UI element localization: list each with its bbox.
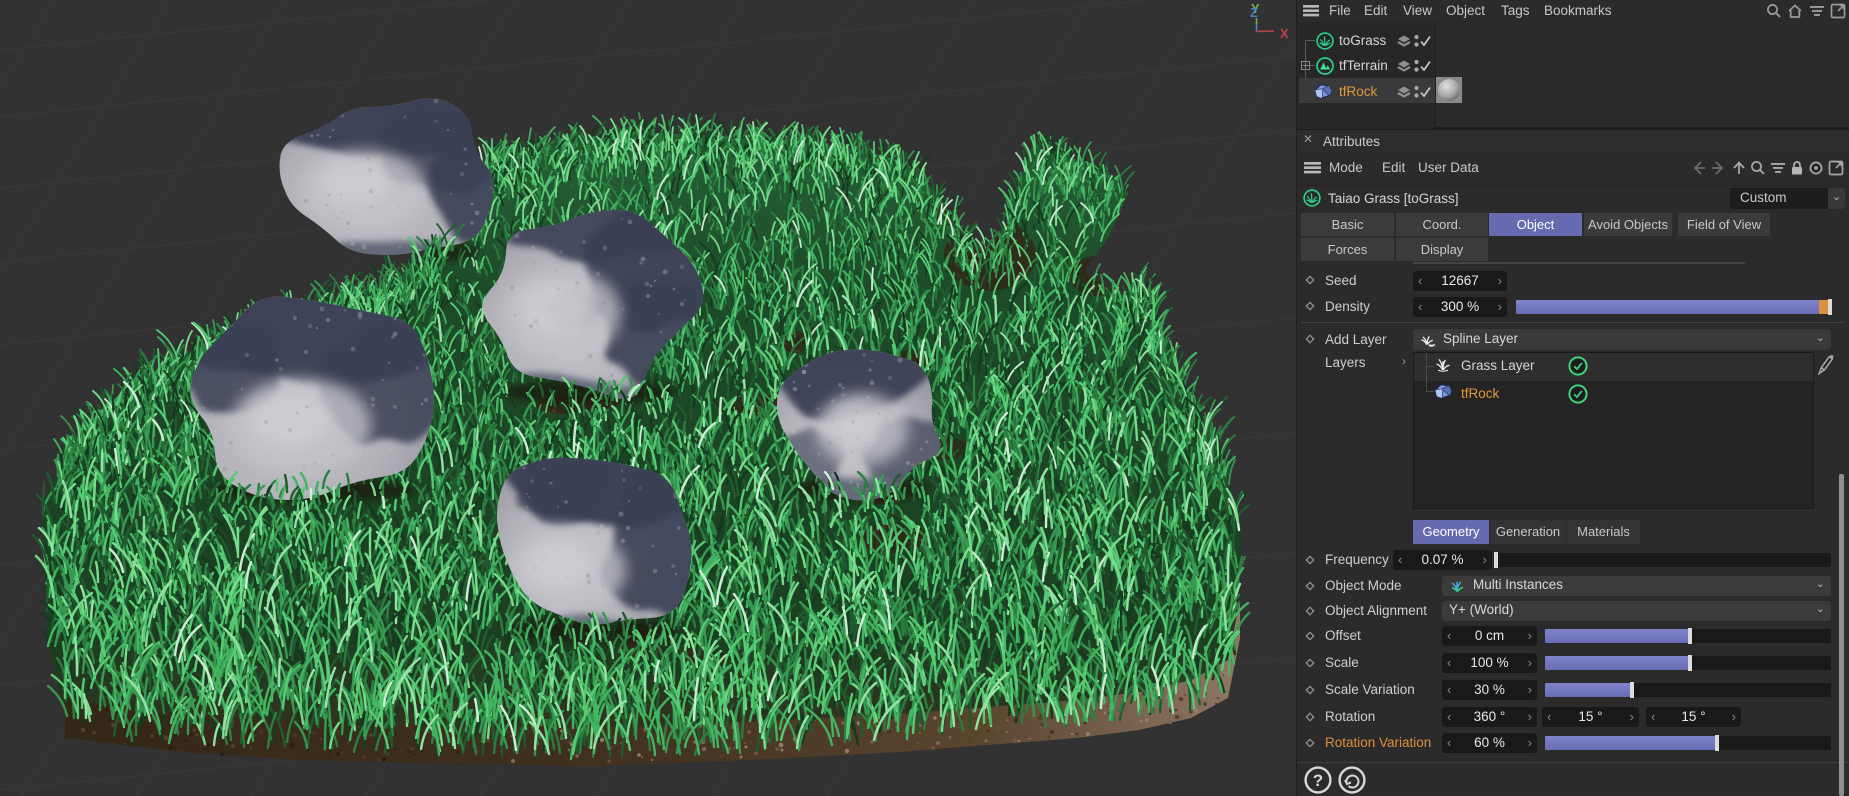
svg-text:X: X [1280, 26, 1289, 41]
svg-text:Z: Z [1250, 5, 1258, 20]
svg-text:?: ? [1313, 771, 1323, 790]
